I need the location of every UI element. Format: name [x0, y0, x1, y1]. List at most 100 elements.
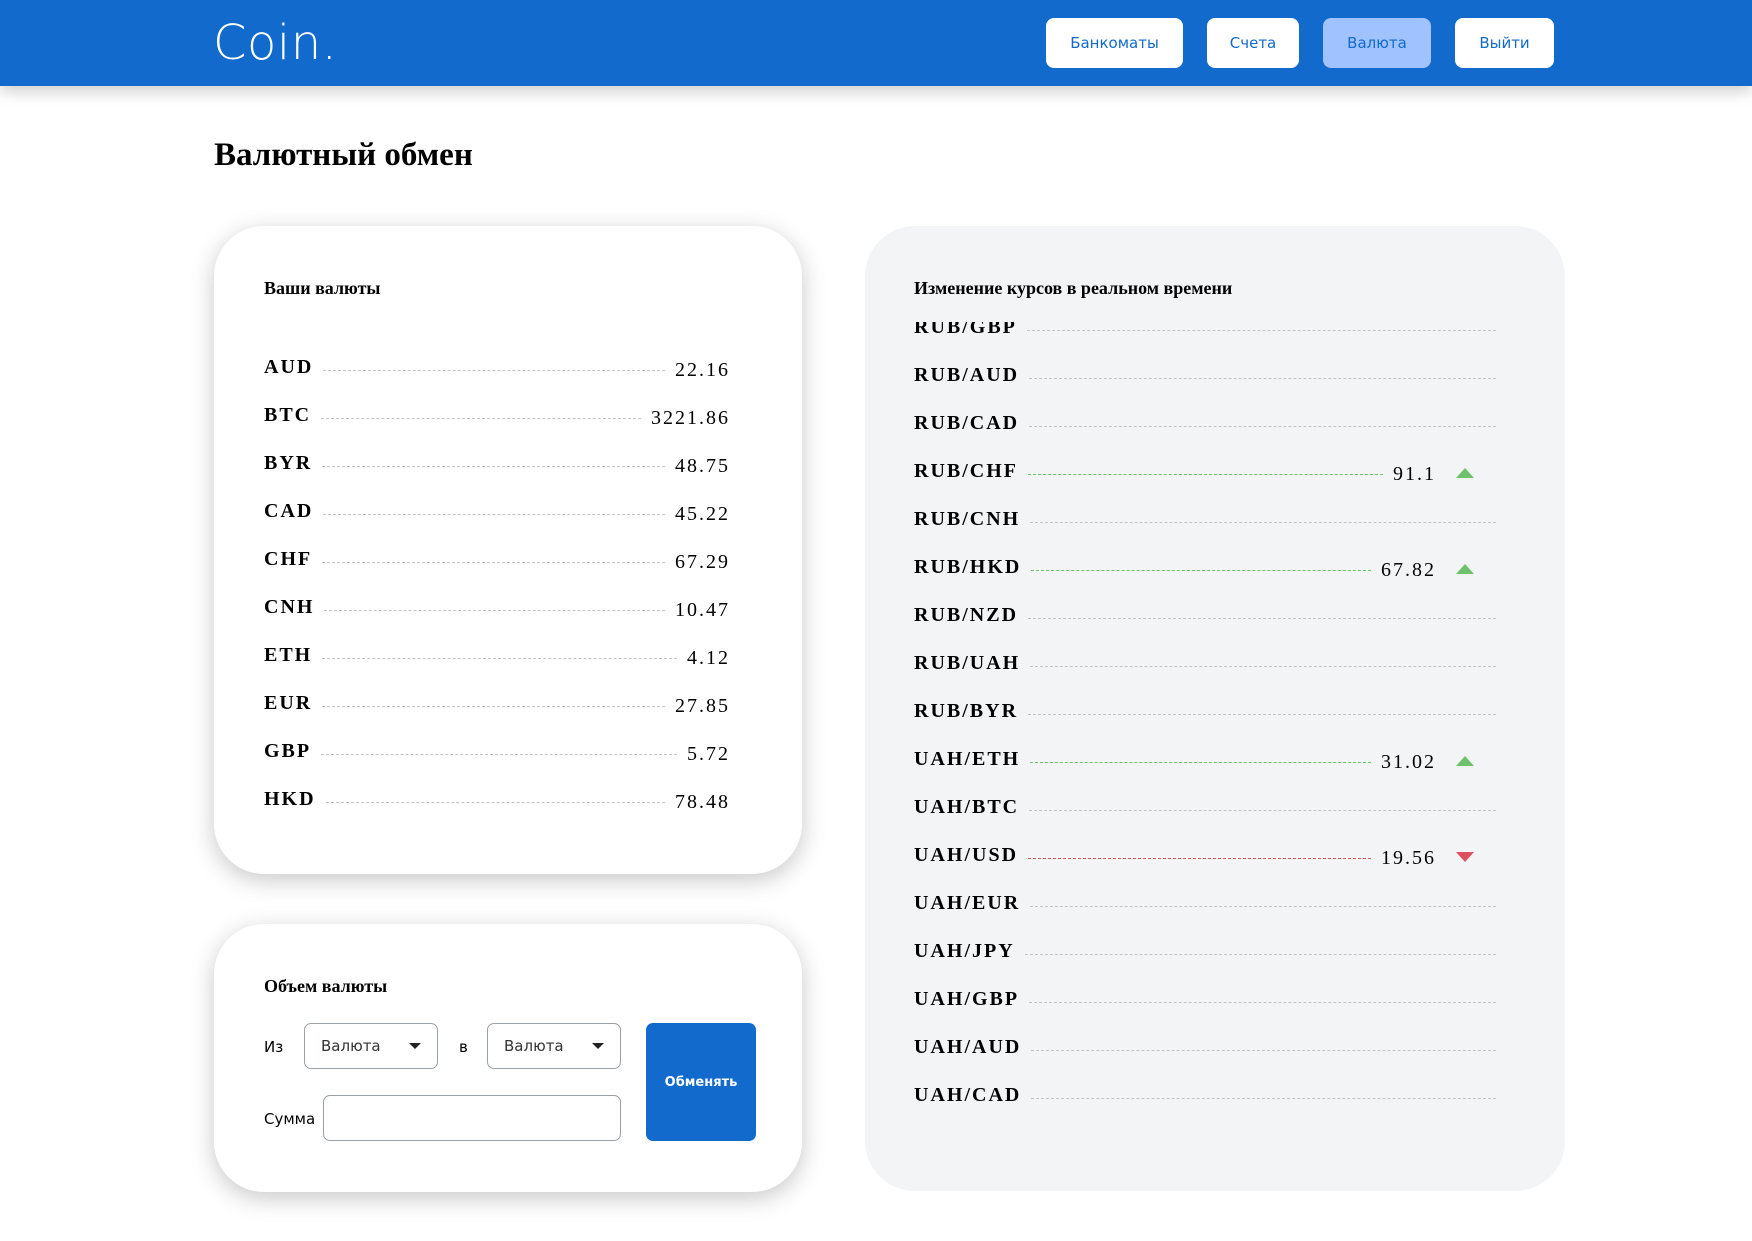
rate-row: UAH/JPY — [914, 936, 1496, 966]
currency-amount: 27.85 — [675, 694, 730, 717]
amount-input[interactable] — [323, 1095, 621, 1141]
rate-pair: RUB/GBP — [914, 322, 1017, 338]
dotted-leader — [1029, 1001, 1496, 1003]
rate-value: 31.02 — [1381, 750, 1436, 773]
rate-row: RUB/AUD — [914, 360, 1496, 390]
dotted-leader — [1031, 1049, 1496, 1051]
dotted-leader — [323, 369, 665, 371]
currency-code: GBP — [264, 739, 312, 762]
rate-pair: UAH/BTC — [914, 795, 1020, 818]
rate-pair: RUB/CHF — [914, 459, 1018, 482]
dotted-leader — [1030, 761, 1371, 763]
rate-pair: RUB/NZD — [914, 603, 1019, 626]
rate-pair: UAH/ETH — [914, 747, 1021, 770]
currency-amount: 3221.86 — [651, 406, 730, 429]
rate-row: UAH/BTC — [914, 792, 1496, 822]
rate-row: UAH/EUR — [914, 888, 1496, 918]
currency-row: CNH 10.47 — [264, 592, 730, 622]
rate-pair: UAH/CAD — [914, 1083, 1022, 1106]
rate-pair: UAH/GBP — [914, 987, 1020, 1010]
rate-row: RUB/HKD 67.82 — [914, 552, 1496, 582]
currency-amount: 22.16 — [675, 358, 730, 381]
currency-code: EUR — [264, 691, 313, 714]
rate-pair: RUB/HKD — [914, 555, 1022, 578]
rate-pair: UAH/JPY — [914, 939, 1015, 962]
realtime-rates-title: Изменение курсов в реальном времени — [914, 278, 1233, 298]
chevron-down-icon — [592, 1043, 604, 1049]
rate-row: RUB/CNH — [914, 504, 1496, 534]
rate-pair: RUB/CAD — [914, 411, 1020, 434]
currency-row: CAD 45.22 — [264, 496, 730, 526]
currency-code: CAD — [264, 499, 314, 522]
currency-code: CHF — [264, 547, 313, 570]
currency-amount: 48.75 — [675, 454, 730, 477]
dotted-leader — [1030, 665, 1496, 667]
dotted-leader — [1029, 809, 1496, 811]
rate-value: 91.1 — [1393, 462, 1436, 485]
rate-row: UAH/USD 19.56 — [914, 840, 1496, 870]
rate-row: RUB/BYR — [914, 696, 1496, 726]
currency-amount: 4.12 — [687, 646, 730, 669]
currency-code: AUD — [264, 355, 314, 378]
currency-row: ETH 4.12 — [264, 640, 730, 670]
dotted-leader — [1029, 377, 1496, 379]
page-title: Валютный обмен — [214, 137, 473, 173]
currency-row: BTC 3221.86 — [264, 400, 730, 430]
nav-atms-button[interactable]: Банкоматы — [1046, 18, 1183, 68]
dotted-leader — [1030, 905, 1496, 907]
exchange-form-title: Объем валюты — [264, 976, 388, 996]
rate-pair: RUB/BYR — [914, 699, 1019, 722]
chevron-down-icon — [409, 1043, 421, 1049]
to-currency-value: Валюта — [504, 1037, 564, 1055]
currency-row: BYR 48.75 — [264, 448, 730, 478]
exchange-button[interactable]: Обменять — [646, 1023, 756, 1141]
rate-row: UAH/ETH 31.02 — [914, 744, 1496, 774]
rate-row: RUB/UAH — [914, 648, 1496, 678]
rate-pair: UAH/EUR — [914, 891, 1021, 914]
rate-pair: RUB/CNH — [914, 507, 1021, 530]
rate-pair: RUB/UAH — [914, 651, 1021, 674]
dotted-leader — [321, 753, 677, 755]
trend-up-icon — [1448, 468, 1482, 478]
currency-code: BTC — [264, 403, 312, 426]
dotted-leader — [323, 513, 665, 515]
currency-row: HKD 78.48 — [264, 784, 730, 814]
dotted-leader — [322, 705, 665, 707]
currency-amount: 78.48 — [675, 790, 730, 813]
your-currencies-title: Ваши валюты — [264, 278, 381, 298]
dotted-leader — [325, 801, 665, 803]
dotted-leader — [322, 465, 665, 467]
dotted-leader — [1029, 425, 1496, 427]
dotted-leader — [322, 657, 677, 659]
dotted-leader — [321, 417, 641, 419]
rate-pair: UAH/USD — [914, 843, 1019, 866]
dotted-leader — [324, 609, 665, 611]
rate-pair: RUB/AUD — [914, 363, 1020, 386]
app-header: Coin. Банкоматы Счета Валюта Выйти — [0, 0, 1752, 86]
dotted-leader — [1028, 473, 1383, 475]
currency-amount: 5.72 — [687, 742, 730, 765]
rate-pair: UAH/AUD — [914, 1035, 1022, 1058]
rate-row: RUB/CHF 91.1 — [914, 456, 1496, 486]
currency-row: EUR 27.85 — [264, 688, 730, 718]
nav-currency-button[interactable]: Валюта — [1323, 18, 1431, 68]
to-currency-select[interactable]: Валюта — [487, 1023, 621, 1069]
dotted-leader — [1030, 521, 1496, 523]
logo[interactable]: Coin. — [213, 14, 337, 72]
rate-row: UAH/CAD — [914, 1080, 1496, 1110]
nav-logout-button[interactable]: Выйти — [1455, 18, 1554, 68]
realtime-rates-list[interactable]: RUB/GBP RUB/AUD RUB/CAD RUB/CHF 91.1 RUB/CNH R… — [914, 322, 1496, 1122]
from-label: Из — [264, 1038, 284, 1056]
from-currency-select[interactable]: Валюта — [304, 1023, 438, 1069]
trend-down-icon — [1448, 852, 1482, 862]
from-currency-value: Валюта — [321, 1037, 381, 1055]
currency-amount: 67.29 — [675, 550, 730, 573]
dotted-leader — [1028, 857, 1371, 859]
dotted-leader — [1028, 617, 1496, 619]
currency-row: GBP 5.72 — [264, 736, 730, 766]
rate-row: RUB/CAD — [914, 408, 1496, 438]
amount-label: Сумма — [264, 1110, 316, 1128]
dotted-leader — [1031, 1097, 1496, 1099]
rate-row: RUB/NZD — [914, 600, 1496, 630]
nav-accounts-button[interactable]: Счета — [1207, 18, 1299, 68]
